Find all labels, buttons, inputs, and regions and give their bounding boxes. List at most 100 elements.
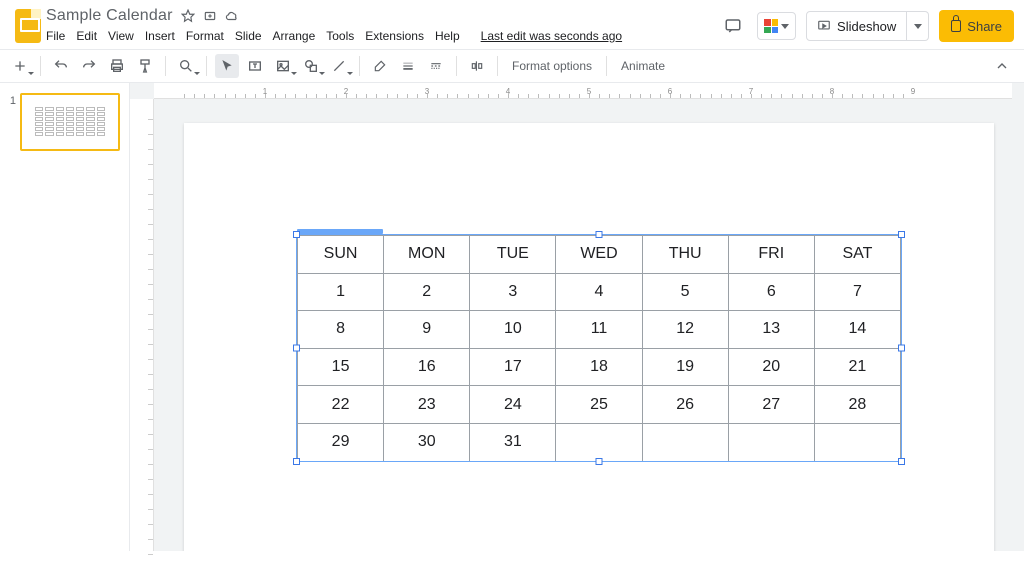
calendar-day-cell[interactable]: 24 [470,386,556,424]
resize-handle-tr[interactable] [898,231,905,238]
share-label: Share [967,19,1002,34]
calendar-day-cell[interactable]: 29 [298,423,384,461]
distribute-button[interactable] [465,54,489,78]
zoom-button[interactable] [174,54,198,78]
paint-format-button[interactable] [133,54,157,78]
calendar-day-cell[interactable]: 13 [728,311,814,349]
column-selection-indicator[interactable] [297,229,383,234]
calendar-day-cell[interactable]: 14 [814,311,900,349]
calendar-day-cell[interactable]: 31 [470,423,556,461]
calendar-day-cell[interactable] [642,423,728,461]
calendar-header-cell[interactable]: WED [556,236,642,274]
menu-help[interactable]: Help [435,29,460,43]
menu-extensions[interactable]: Extensions [365,29,424,43]
comment-history-button[interactable] [719,12,747,40]
calendar-table[interactable]: SUNMONTUEWEDTHUFRISAT1234567891011121314… [297,235,901,462]
line-tool[interactable] [327,54,351,78]
calendar-header-cell[interactable]: MON [384,236,470,274]
select-tool[interactable] [215,54,239,78]
resize-handle-bl[interactable] [293,458,300,465]
calendar-day-cell[interactable]: 27 [728,386,814,424]
border-weight-button[interactable] [396,54,420,78]
slideshow-dropdown[interactable] [907,11,929,41]
menu-slide[interactable]: Slide [235,29,262,43]
calendar-day-cell[interactable]: 16 [384,348,470,386]
calendar-day-cell[interactable]: 6 [728,273,814,311]
text-box-tool[interactable] [243,54,267,78]
calendar-day-cell[interactable]: 10 [470,311,556,349]
menu-format[interactable]: Format [186,29,224,43]
slide-canvas[interactable]: SUNMONTUEWEDTHUFRISAT1234567891011121314… [184,123,994,551]
menu-insert[interactable]: Insert [145,29,175,43]
calendar-day-cell[interactable]: 20 [728,348,814,386]
resize-handle-ml[interactable] [293,345,300,352]
calendar-header-cell[interactable]: SAT [814,236,900,274]
calendar-day-cell[interactable]: 7 [814,273,900,311]
calendar-day-cell[interactable]: 28 [814,386,900,424]
calendar-day-cell[interactable]: 2 [384,273,470,311]
calendar-day-cell[interactable]: 11 [556,311,642,349]
menu-tools[interactable]: Tools [326,29,354,43]
last-edit-link[interactable]: Last edit was seconds ago [481,29,622,43]
border-dash-button[interactable] [424,54,448,78]
calendar-day-cell[interactable] [814,423,900,461]
horizontal-ruler[interactable]: 123456789 [154,83,1012,99]
calendar-day-cell[interactable]: 19 [642,348,728,386]
collapse-toolbar-button[interactable] [990,54,1014,78]
calendar-day-cell[interactable]: 4 [556,273,642,311]
vertical-scrollbar[interactable] [1012,83,1024,551]
new-slide-button[interactable] [8,54,32,78]
format-options-button[interactable]: Format options [506,59,598,73]
menu-bar: File Edit View Insert Format Slide Arran… [46,29,719,43]
calendar-day-cell[interactable]: 12 [642,311,728,349]
calendar-header-cell[interactable]: FRI [728,236,814,274]
cloud-status-icon[interactable] [225,9,239,23]
calendar-day-cell[interactable]: 18 [556,348,642,386]
vertical-ruler[interactable] [130,99,154,551]
redo-button[interactable] [77,54,101,78]
calendar-day-cell[interactable]: 25 [556,386,642,424]
star-icon[interactable] [181,9,195,23]
image-tool[interactable] [271,54,295,78]
document-title[interactable]: Sample Calendar [46,7,173,25]
calendar-day-cell[interactable]: 3 [470,273,556,311]
resize-handle-bm[interactable] [596,458,603,465]
calendar-day-cell[interactable]: 8 [298,311,384,349]
calendar-day-cell[interactable]: 9 [384,311,470,349]
slide-thumbnail-1[interactable] [20,93,120,151]
border-color-button[interactable] [368,54,392,78]
calendar-day-cell[interactable]: 17 [470,348,556,386]
menu-arrange[interactable]: Arrange [273,29,316,43]
calendar-day-cell[interactable] [556,423,642,461]
share-button[interactable]: Share [939,10,1014,42]
toolbar: Format options Animate [0,49,1024,83]
animate-button[interactable]: Animate [615,59,671,73]
calendar-day-cell[interactable]: 21 [814,348,900,386]
calendar-day-cell[interactable]: 26 [642,386,728,424]
meet-button[interactable] [757,12,796,40]
calendar-day-cell[interactable]: 23 [384,386,470,424]
menu-view[interactable]: View [108,29,134,43]
calendar-day-cell[interactable]: 5 [642,273,728,311]
calendar-day-cell[interactable]: 15 [298,348,384,386]
app-logo[interactable] [10,6,46,43]
shape-tool[interactable] [299,54,323,78]
print-button[interactable] [105,54,129,78]
resize-handle-mr[interactable] [898,345,905,352]
calendar-day-cell[interactable]: 1 [298,273,384,311]
resize-handle-br[interactable] [898,458,905,465]
calendar-header-cell[interactable]: TUE [470,236,556,274]
calendar-day-cell[interactable]: 30 [384,423,470,461]
calendar-day-cell[interactable]: 22 [298,386,384,424]
calendar-table-selection[interactable]: SUNMONTUEWEDTHUFRISAT1234567891011121314… [297,235,901,461]
move-icon[interactable] [203,9,217,23]
calendar-header-cell[interactable]: THU [642,236,728,274]
menu-edit[interactable]: Edit [76,29,97,43]
undo-button[interactable] [49,54,73,78]
calendar-header-cell[interactable]: SUN [298,236,384,274]
calendar-day-cell[interactable] [728,423,814,461]
resize-handle-tl[interactable] [293,231,300,238]
resize-handle-tm[interactable] [596,231,603,238]
slideshow-button[interactable]: Slideshow [806,11,907,41]
menu-file[interactable]: File [46,29,65,43]
